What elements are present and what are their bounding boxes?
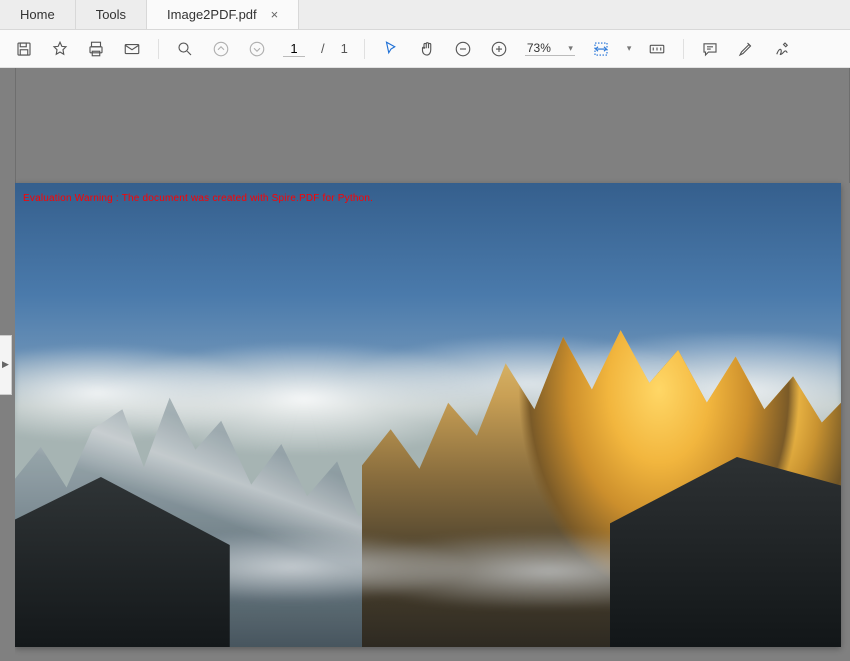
- star-icon[interactable]: [50, 39, 70, 59]
- divider: [158, 39, 159, 59]
- zoom-select[interactable]: 73% ▾: [525, 41, 575, 56]
- comment-icon[interactable]: [700, 39, 720, 59]
- find-icon[interactable]: [175, 39, 195, 59]
- mail-icon[interactable]: [122, 39, 142, 59]
- tab-document[interactable]: Image2PDF.pdf ×: [147, 0, 299, 29]
- canvas-gray-top: [15, 68, 850, 183]
- zoom-out-icon[interactable]: [453, 39, 473, 59]
- highlight-icon[interactable]: [736, 39, 756, 59]
- tab-tools-label: Tools: [96, 7, 126, 22]
- viewer-area: ▶ Evaluation Warning : The document was …: [0, 68, 850, 661]
- read-mode-icon[interactable]: [647, 39, 667, 59]
- page-current-input[interactable]: [283, 41, 305, 57]
- watermark-text: Evaluation Warning : The document was cr…: [23, 193, 373, 204]
- page-down-icon[interactable]: [247, 39, 267, 59]
- tab-document-label: Image2PDF.pdf: [167, 7, 257, 22]
- page-up-icon[interactable]: [211, 39, 231, 59]
- fit-width-icon[interactable]: [591, 39, 611, 59]
- sidebar-toggle[interactable]: ▶: [0, 335, 12, 395]
- zoom-value: 73%: [527, 41, 551, 55]
- close-icon[interactable]: ×: [271, 7, 279, 22]
- tab-bar: Home Tools Image2PDF.pdf ×: [0, 0, 850, 30]
- print-icon[interactable]: [86, 39, 106, 59]
- chevron-down-icon: ▾: [568, 43, 573, 54]
- chevron-down-icon[interactable]: ▾: [627, 43, 632, 54]
- page-total: 1: [341, 41, 348, 56]
- pdf-page[interactable]: Evaluation Warning : The document was cr…: [15, 183, 841, 647]
- tab-home[interactable]: Home: [0, 0, 76, 29]
- sign-icon[interactable]: [772, 39, 792, 59]
- page-separator: /: [321, 41, 325, 56]
- selection-tool-icon[interactable]: [381, 39, 401, 59]
- tab-home-label: Home: [20, 7, 55, 22]
- divider: [364, 39, 365, 59]
- tabbar-spacer: [299, 0, 850, 29]
- tab-tools[interactable]: Tools: [76, 0, 147, 29]
- zoom-in-icon[interactable]: [489, 39, 509, 59]
- toolbar: / 1 73% ▾ ▾: [0, 30, 850, 68]
- divider: [683, 39, 684, 59]
- chevron-right-icon: ▶: [2, 359, 9, 370]
- save-icon[interactable]: [14, 39, 34, 59]
- canvas-scroll[interactable]: Evaluation Warning : The document was cr…: [15, 68, 850, 661]
- hand-tool-icon[interactable]: [417, 39, 437, 59]
